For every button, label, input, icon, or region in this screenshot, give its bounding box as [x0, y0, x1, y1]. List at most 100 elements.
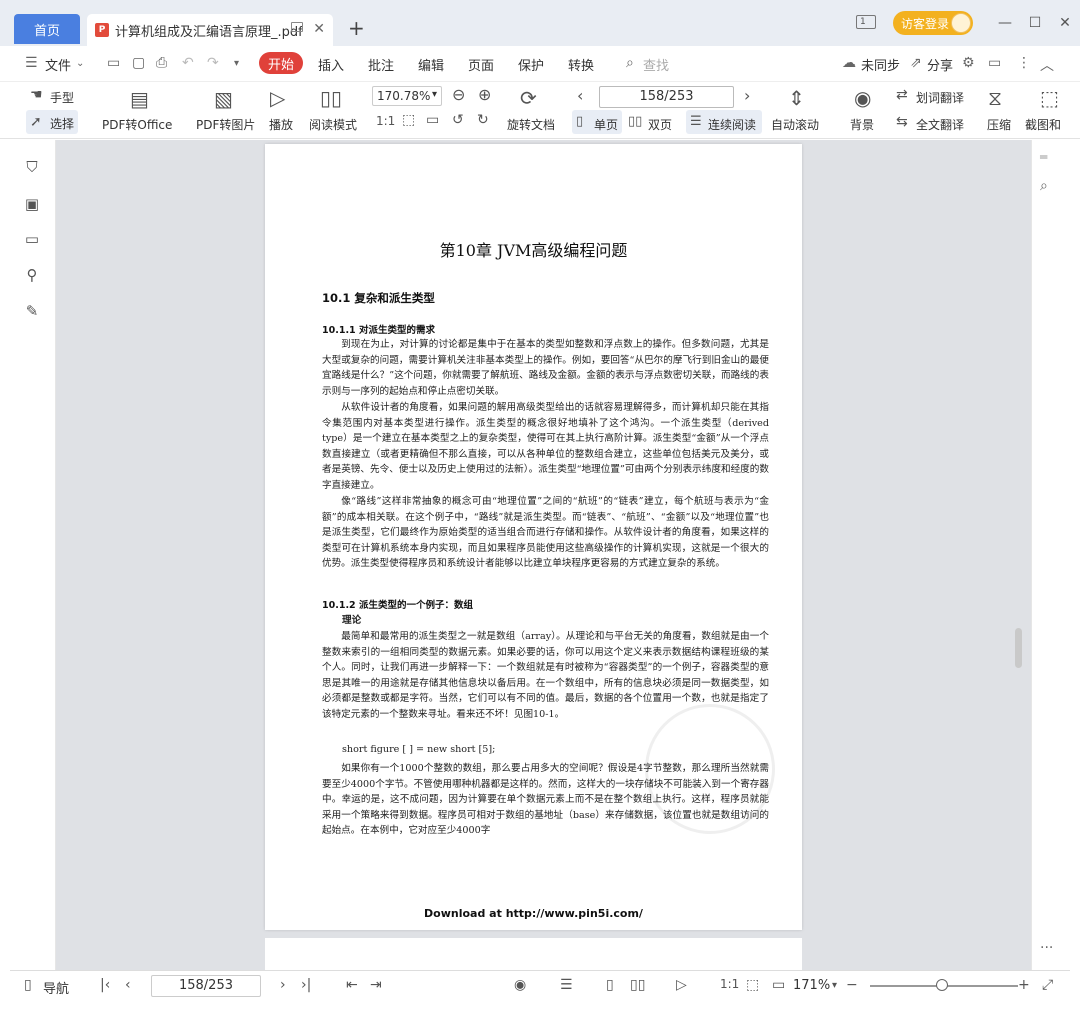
play-button[interactable]: 播放 [269, 116, 293, 133]
zoom-in-icon[interactable]: ⊕ [478, 85, 491, 104]
zoom-out-status-icon[interactable]: − [846, 977, 858, 993]
new-tab-button[interactable]: + [348, 16, 365, 40]
zoom-out-icon[interactable]: ⊖ [452, 85, 465, 104]
rotate-document-button[interactable]: 旋转文档 [507, 116, 555, 133]
search-icon[interactable]: ⌕ [626, 55, 634, 71]
continuous-read-button[interactable]: 连续阅读 [708, 116, 756, 133]
maximize-icon[interactable]: ☐ [1020, 15, 1050, 31]
sync-status[interactable]: 未同步 [861, 55, 900, 74]
prev-page-status-icon[interactable]: ‹ [125, 977, 131, 993]
last-page-icon[interactable]: ›| [301, 977, 311, 993]
fit-page-status-icon[interactable]: ⬚ [746, 977, 759, 993]
prev-page-icon[interactable]: ‹ [577, 86, 583, 105]
vertical-scrollbar[interactable] [1015, 628, 1022, 668]
signature-icon[interactable]: ✎ [23, 302, 41, 320]
hand-icon[interactable]: ☚ [30, 87, 43, 103]
rotate-left-icon[interactable]: ↺ [452, 112, 464, 128]
share-button[interactable]: 分享 [927, 55, 953, 74]
attachment-icon[interactable]: ⚲ [23, 266, 41, 284]
actual-size-status-icon[interactable]: 1:1 [720, 977, 739, 991]
compress-button[interactable]: 压缩 [987, 116, 1011, 133]
compress-icon[interactable]: ⧖ [988, 86, 1002, 110]
document-tab[interactable]: P 计算机组成及汇编语言原理_.pdf ✕ [87, 14, 333, 46]
status-zoom-value[interactable]: 171% [793, 978, 830, 993]
nav-button[interactable]: 导航 [43, 978, 69, 997]
double-page-status-icon[interactable]: ▯▯ [630, 977, 645, 993]
fit-width-icon[interactable]: ▭ [426, 112, 439, 128]
layout-badge-icon[interactable]: 1 [856, 15, 876, 29]
background-eye-icon[interactable]: ◉ [854, 86, 871, 110]
comment-panel-icon[interactable]: ▭ [23, 230, 41, 248]
zoom-in-status-icon[interactable]: + [1018, 977, 1030, 993]
bookmark-icon[interactable]: ⛉ [23, 158, 41, 176]
play-status-icon[interactable]: ▷ [676, 977, 687, 993]
next-page-icon[interactable]: › [744, 86, 750, 105]
open-folder-icon[interactable]: ▭ [107, 55, 120, 71]
menu-convert[interactable]: 转换 [568, 55, 594, 74]
cursor-icon[interactable]: ➚ [30, 114, 42, 130]
menu-insert[interactable]: 插入 [318, 55, 344, 74]
double-page-button[interactable]: 双页 [648, 116, 672, 133]
search-input[interactable]: 查找 [643, 55, 669, 74]
double-page-icon[interactable]: ▯▯ [628, 114, 642, 129]
first-page-icon[interactable]: |‹ [100, 977, 110, 993]
ai-search-icon[interactable]: ⌕ [1040, 178, 1048, 194]
continuous-status-icon[interactable]: ☰ [560, 977, 573, 993]
fit-width-status-icon[interactable]: ▭ [772, 977, 785, 993]
share-icon[interactable]: ⇗ [910, 55, 922, 71]
undo-icon[interactable]: ↶ [182, 55, 194, 71]
full-translate-icon[interactable]: ⇆ [896, 114, 908, 130]
guest-login-button[interactable]: 访客登录 [893, 11, 973, 35]
status-page-input[interactable]: 158/253 [151, 975, 261, 997]
collapse-ribbon-icon[interactable]: ︿ [1040, 55, 1054, 75]
read-mode-icon[interactable]: ▯▯ [320, 86, 342, 110]
document-workspace[interactable]: 第10章 JVM高级编程问题 10.1 复杂和派生类型 10.1.1 对派生类型… [56, 140, 1031, 970]
auto-scroll-icon[interactable]: ⇕ [788, 86, 805, 110]
nav-panel-icon[interactable]: ▯ [24, 977, 32, 993]
page-number-input[interactable]: 158/253 [599, 86, 734, 108]
read-mode-button[interactable]: 阅读模式 [309, 116, 357, 133]
rotate-document-icon[interactable]: ⟳ [520, 86, 537, 110]
pdf-to-office-icon[interactable]: ▤ [130, 87, 149, 111]
menu-annotate[interactable]: 批注 [368, 55, 394, 74]
single-page-button[interactable]: 单页 [594, 116, 618, 133]
select-tool-button[interactable]: 选择 [50, 115, 74, 132]
continuous-read-icon[interactable]: ☰ [690, 114, 702, 129]
screenshot-icon[interactable]: ⬚ [1040, 86, 1059, 110]
full-translate-button[interactable]: 全文翻译 [916, 116, 964, 133]
zoom-dropdown-icon[interactable]: ▾ [432, 89, 437, 100]
menu-edit[interactable]: 编辑 [418, 55, 444, 74]
fullscreen-icon[interactable]: ⤢ [1042, 977, 1053, 993]
pdf-to-office-button[interactable]: PDF转Office [102, 116, 172, 133]
menu-protect[interactable]: 保护 [518, 55, 544, 74]
settings-gear-icon[interactable]: ⚙ [962, 55, 975, 71]
pdf-to-image-icon[interactable]: ▧ [214, 87, 233, 111]
save-icon[interactable]: ▢ [132, 55, 145, 71]
auto-scroll-button[interactable]: 自动滚动 [771, 116, 819, 133]
single-page-status-icon[interactable]: ▯ [606, 977, 614, 993]
minimize-icon[interactable]: — [990, 15, 1020, 31]
more-options-icon[interactable]: ··· [1040, 940, 1053, 956]
zoom-slider-knob[interactable] [936, 979, 948, 991]
cloud-sync-icon[interactable]: ☁ [842, 55, 856, 71]
eye-protection-icon[interactable]: ◉ [514, 977, 526, 993]
rotate-right-icon[interactable]: ↻ [477, 112, 489, 128]
background-button[interactable]: 背景 [850, 116, 874, 133]
single-page-icon[interactable]: ▯ [576, 114, 583, 129]
play-icon[interactable]: ▷ [270, 86, 285, 110]
fit-page-icon[interactable]: ⬚ [402, 112, 415, 128]
drag-handle-icon[interactable]: ═ [1040, 150, 1047, 164]
close-tab-icon[interactable]: ✕ [313, 21, 325, 37]
menu-start[interactable]: 开始 [259, 52, 303, 74]
hand-tool-button[interactable]: 手型 [50, 89, 74, 106]
tab-window-icon[interactable] [291, 22, 303, 32]
thumbnail-icon[interactable]: ▣ [23, 195, 41, 213]
file-menu[interactable]: 文件 [45, 55, 71, 74]
zoom-status-dropdown-icon[interactable]: ▾ [832, 980, 837, 991]
back-icon[interactable]: ⇤ [346, 977, 358, 993]
comment-icon[interactable]: ▭ [988, 55, 1001, 71]
home-tab[interactable]: 首页 [14, 14, 80, 44]
next-page-status-icon[interactable]: › [280, 977, 286, 993]
hamburger-icon[interactable]: ☰ [25, 55, 38, 71]
word-translate-icon[interactable]: ⇄ [896, 87, 908, 103]
